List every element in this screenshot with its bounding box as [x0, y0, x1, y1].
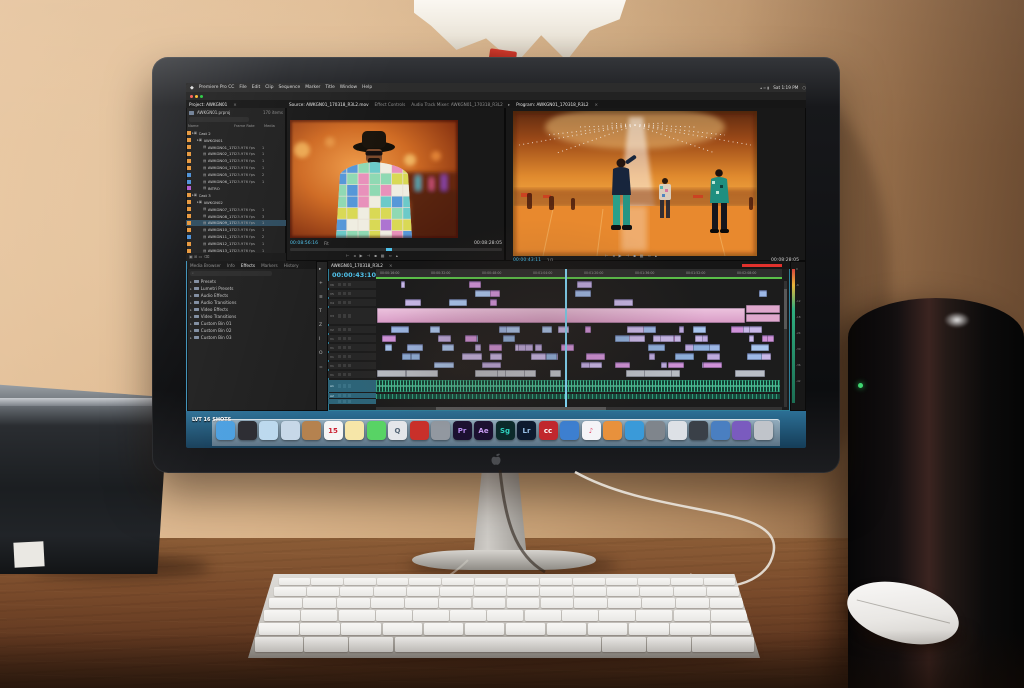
- keyboard-key[interactable]: [638, 578, 670, 585]
- keyboard-key[interactable]: [574, 587, 606, 596]
- keyboard-key[interactable]: [540, 578, 572, 585]
- keyboard-key[interactable]: [340, 587, 372, 596]
- playhead[interactable]: [565, 269, 567, 407]
- keyboard-key[interactable]: [710, 598, 743, 608]
- keyboard-key[interactable]: [377, 578, 409, 585]
- keyboard-key[interactable]: [337, 598, 370, 608]
- keyboard-key[interactable]: [642, 598, 675, 608]
- keyboard-key[interactable]: [264, 610, 300, 621]
- keyboard-key[interactable]: [704, 578, 736, 585]
- keyboard-key[interactable]: [440, 587, 472, 596]
- keyboard-key[interactable]: [573, 578, 605, 585]
- keyboard-key[interactable]: [574, 598, 607, 608]
- keyboard-key[interactable]: [640, 587, 672, 596]
- keyboard-key[interactable]: [606, 578, 638, 585]
- keyboard-key[interactable]: [439, 598, 472, 608]
- keyboard-key[interactable]: [311, 578, 343, 585]
- keyboard-key[interactable]: [599, 610, 635, 621]
- keyboard-key[interactable]: [711, 610, 747, 621]
- keyboard-key[interactable]: [540, 587, 572, 596]
- keyboard-key[interactable]: [608, 598, 641, 608]
- keyboard-key[interactable]: [474, 587, 506, 596]
- keyboard-key[interactable]: [405, 598, 438, 608]
- desk-photo: ◆ Premiere Pro CCFileEditClipSequenceMar…: [0, 0, 1024, 688]
- keyboard-key[interactable]: [473, 598, 506, 608]
- keyboard-key[interactable]: [374, 587, 406, 596]
- keyboard-key[interactable]: [413, 610, 449, 621]
- keyboard-key[interactable]: [674, 587, 706, 596]
- keyboard-key[interactable]: [344, 578, 376, 585]
- keyboard-key[interactable]: [507, 598, 540, 608]
- keyboard-key[interactable]: [371, 598, 404, 608]
- keyboard-key[interactable]: [508, 578, 540, 585]
- keyboard-key[interactable]: [407, 587, 439, 596]
- keyboard-key[interactable]: [339, 610, 375, 621]
- mouse-seam: [857, 599, 950, 623]
- keyboard-key[interactable]: [707, 587, 739, 596]
- keyboard-key[interactable]: [303, 598, 336, 608]
- keyboard-key[interactable]: [676, 598, 709, 608]
- keyboard-key[interactable]: [607, 587, 639, 596]
- keyboard-key[interactable]: [307, 587, 339, 596]
- keyboard-key[interactable]: [279, 578, 311, 585]
- desk-front-edge: [0, 630, 1024, 688]
- keyboard-key[interactable]: [301, 610, 337, 621]
- keyboard-key[interactable]: [442, 578, 474, 585]
- keyboard-key[interactable]: [674, 610, 710, 621]
- keyboard-key[interactable]: [450, 610, 486, 621]
- keyboard-key[interactable]: [487, 610, 523, 621]
- keyboard-key[interactable]: [475, 578, 507, 585]
- keyboard-key[interactable]: [507, 587, 539, 596]
- keyboard-key[interactable]: [636, 610, 672, 621]
- keyboard-key[interactable]: [409, 578, 441, 585]
- keyboard-key[interactable]: [541, 598, 574, 608]
- keyboard-key[interactable]: [671, 578, 703, 585]
- keyboard-key[interactable]: [376, 610, 412, 621]
- keyboard-key[interactable]: [274, 587, 306, 596]
- keyboard-key[interactable]: [269, 598, 302, 608]
- keyboard-key[interactable]: [525, 610, 561, 621]
- keyboard-key[interactable]: [562, 610, 598, 621]
